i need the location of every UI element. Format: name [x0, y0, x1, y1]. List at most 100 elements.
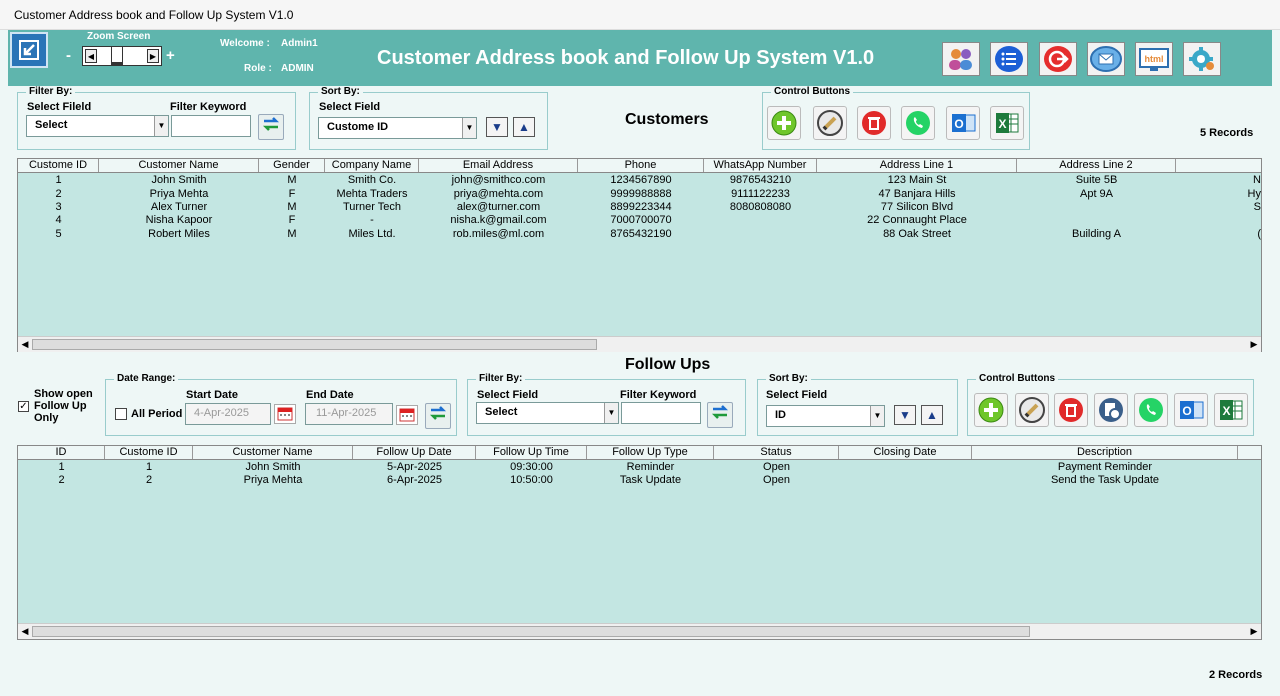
users-icon: [949, 49, 972, 70]
customer-filter-field-select[interactable]: Select ▼: [26, 115, 169, 137]
cell: Building A: [1072, 228, 1121, 240]
cell: 2: [58, 474, 65, 486]
table-row[interactable]: 1 1 John Smith 5-Apr-2025 09:30:00 Reminder Op…: [18, 461, 1261, 475]
cell: M: [287, 201, 297, 213]
column-header[interactable]: [1176, 159, 1261, 172]
customers-horizontal-scrollbar[interactable]: ◀ ▶: [18, 336, 1261, 352]
customer-sort-asc-button[interactable]: ▲: [513, 117, 535, 137]
followups-grid-header: ID Custome ID Customer Name Follow Up Da…: [18, 446, 1261, 460]
cell: john@smithco.com: [451, 174, 546, 186]
start-date-calendar-button[interactable]: [274, 404, 296, 424]
followup-filter-field-select[interactable]: Select ▼: [476, 402, 619, 424]
settings-button[interactable]: [1183, 42, 1221, 76]
cell: Reminder: [626, 461, 675, 473]
followup-filter-field-label: Select Field: [477, 389, 539, 401]
cell: 8080808080: [729, 201, 792, 213]
column-header[interactable]: Address Line 1: [817, 159, 1017, 172]
zoom-slider[interactable]: ◀ ▶: [82, 46, 162, 66]
list-button[interactable]: [990, 42, 1028, 76]
customer-filter-refresh-button[interactable]: [258, 114, 284, 140]
all-period-checkbox[interactable]: [115, 408, 127, 420]
followup-delete-button[interactable]: [1054, 393, 1088, 427]
column-header[interactable]: Follow Up Type: [587, 446, 714, 459]
customer-delete-button[interactable]: [857, 106, 891, 140]
back-button[interactable]: [10, 32, 48, 68]
email-button[interactable]: [1087, 42, 1125, 76]
followup-excel-button[interactable]: X: [1214, 393, 1248, 427]
customer-edit-button[interactable]: [813, 106, 847, 140]
followups-grid[interactable]: ID Custome ID Customer Name Follow Up Da…: [17, 445, 1262, 640]
followup-filter-legend: Filter By:: [476, 373, 526, 384]
followup-add-button[interactable]: [974, 393, 1008, 427]
logout-button[interactable]: [1039, 42, 1077, 76]
scroll-thumb[interactable]: [32, 339, 597, 350]
column-header[interactable]: Address Line 2: [1017, 159, 1176, 172]
scroll-right-icon[interactable]: ▶: [1247, 624, 1261, 639]
logout-icon: [1044, 46, 1072, 72]
column-header[interactable]: Gender: [259, 159, 325, 172]
customer-filter-keyword-input[interactable]: [171, 115, 251, 137]
edit-icon: [817, 110, 843, 136]
svg-text:X: X: [1222, 404, 1230, 418]
followup-close-button[interactable]: [1094, 393, 1128, 427]
column-header[interactable]: Follow Up Time: [476, 446, 587, 459]
scroll-left-icon[interactable]: ◀: [18, 337, 32, 352]
table-row[interactable]: 3 Alex Turner M Turner Tech alex@turner.com 8…: [18, 201, 1261, 215]
column-header[interactable]: Company Name: [325, 159, 419, 172]
followup-record-count: 2 Records: [1209, 669, 1263, 681]
chevron-down-icon: ▼: [870, 406, 884, 426]
customer-whatsapp-button[interactable]: [901, 106, 935, 140]
column-header[interactable]: Customer Name: [99, 159, 259, 172]
followup-sort-asc-button[interactable]: ▲: [921, 405, 943, 425]
cell: [839, 461, 972, 475]
email-icon: [1090, 46, 1122, 72]
customer-excel-button[interactable]: X: [990, 106, 1024, 140]
customer-sort-desc-button[interactable]: ▼: [486, 117, 508, 137]
zoom-minus[interactable]: -: [66, 47, 71, 64]
scroll-right-icon[interactable]: ▶: [1247, 337, 1261, 352]
table-row[interactable]: 1 John Smith M Smith Co. john@smithco.com 123…: [18, 174, 1261, 188]
column-header[interactable]: Email Address: [419, 159, 578, 172]
start-date-input[interactable]: 4-Apr-2025: [185, 403, 271, 425]
column-header[interactable]: Phone: [578, 159, 704, 172]
followup-sort-desc-button[interactable]: ▼: [894, 405, 916, 425]
scroll-left-icon[interactable]: ◀: [18, 624, 32, 639]
column-header[interactable]: Customer Name: [193, 446, 353, 459]
customers-grid[interactable]: Custome ID Customer Name Gender Company …: [17, 158, 1262, 352]
followup-filter-refresh-button[interactable]: [707, 402, 733, 428]
followup-sort-field-select[interactable]: ID ▼: [766, 405, 885, 427]
column-header[interactable]: Custome ID: [105, 446, 193, 459]
table-row[interactable]: 5 Robert Miles M Miles Ltd. rob.miles@ml.com…: [18, 228, 1261, 242]
scroll-thumb[interactable]: [32, 626, 1030, 637]
followup-outlook-button[interactable]: O: [1174, 393, 1208, 427]
column-header[interactable]: Status: [714, 446, 839, 459]
customer-sort-field-select[interactable]: Custome ID ▼: [318, 117, 477, 139]
users-button[interactable]: [942, 42, 980, 76]
followups-horizontal-scrollbar[interactable]: ◀ ▶: [18, 623, 1261, 639]
followup-filter-keyword-input[interactable]: [621, 402, 701, 424]
end-date-calendar-button[interactable]: [396, 405, 418, 425]
cell: F: [288, 188, 296, 200]
column-header[interactable]: WhatsApp Number: [704, 159, 817, 172]
customer-outlook-button[interactable]: O: [946, 106, 980, 140]
column-header[interactable]: Closing Date: [839, 446, 972, 459]
column-header[interactable]: Follow Up Date: [353, 446, 476, 459]
outlook-icon: O: [952, 114, 976, 132]
table-row[interactable]: 2 2 Priya Mehta 6-Apr-2025 10:50:00 Task Upda…: [18, 474, 1261, 488]
zoom-plus[interactable]: +: [166, 47, 175, 64]
html-button[interactable]: html: [1135, 42, 1173, 76]
cell: 10:50:00: [510, 474, 553, 486]
followup-whatsapp-button[interactable]: [1134, 393, 1168, 427]
column-header[interactable]: Description: [972, 446, 1238, 459]
customer-add-button[interactable]: [767, 106, 801, 140]
date-refresh-button[interactable]: [425, 403, 451, 429]
end-date-input[interactable]: 11-Apr-2025: [305, 403, 393, 425]
followup-edit-button[interactable]: [1015, 393, 1049, 427]
column-header[interactable]: Custome ID: [18, 159, 99, 172]
column-header[interactable]: ID: [18, 446, 105, 459]
show-open-checkbox[interactable]: ✓: [18, 401, 29, 412]
cell: N: [1253, 174, 1261, 186]
table-row[interactable]: 4 Nisha Kapoor F - nisha.k@gmail.com 70007000…: [18, 214, 1261, 228]
edit-icon: [1019, 397, 1045, 423]
table-row[interactable]: 2 Priya Mehta F Mehta Traders priya@mehta.co…: [18, 188, 1261, 202]
